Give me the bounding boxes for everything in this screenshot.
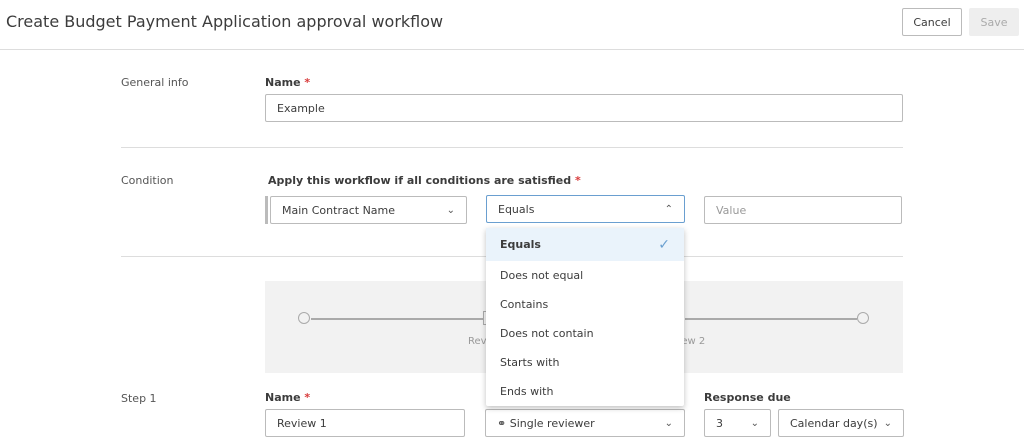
option-does-not-contain[interactable]: Does not contain [486,319,684,348]
section-condition: Condition [121,174,174,187]
option-equals[interactable]: Equals✓ [486,228,684,261]
condition-operator-select[interactable]: Equals⌃ [486,195,685,223]
check-icon: ✓ [658,237,670,253]
header-divider [0,49,1024,50]
reviewer-type-select[interactable]: ⚭ Single reviewer⌄ [485,409,685,437]
step-name-label: Name * [265,391,310,404]
chevron-down-icon: ⌄ [447,205,455,216]
divider [121,147,903,148]
option-contains[interactable]: Contains [486,290,684,319]
section-step-1: Step 1 [121,392,157,405]
start-node [298,312,310,324]
operator-dropdown-menu: Equals✓ Does not equal Contains Does not… [486,228,684,406]
connector [311,318,483,320]
condition-bar [265,196,268,224]
option-ends-with[interactable]: Ends with [486,377,684,406]
section-general-info: General info [121,76,188,89]
connector [685,318,857,320]
workflow-name-input[interactable]: Example [265,94,903,122]
response-due-label: Response due [704,391,791,404]
option-starts-with[interactable]: Starts with [486,348,684,377]
condition-value-input[interactable]: Value [704,196,902,224]
person-icon: ⚭ [497,417,506,430]
condition-field-select[interactable]: Main Contract Name⌄ [270,196,467,224]
step-name-input[interactable]: Review 1 [265,409,465,437]
condition-label: Apply this workflow if all conditions ar… [268,174,581,187]
name-label: Name * [265,76,310,89]
option-does-not-equal[interactable]: Does not equal [486,261,684,290]
response-due-number-select[interactable]: 3⌄ [704,409,771,437]
chevron-up-icon: ⌃ [665,204,673,215]
cancel-button[interactable]: Cancel [902,8,962,36]
page-title: Create Budget Payment Application approv… [6,12,443,31]
response-due-unit-select[interactable]: Calendar day(s)⌄ [778,409,904,437]
end-node [857,312,869,324]
save-button[interactable]: Save [969,8,1019,36]
